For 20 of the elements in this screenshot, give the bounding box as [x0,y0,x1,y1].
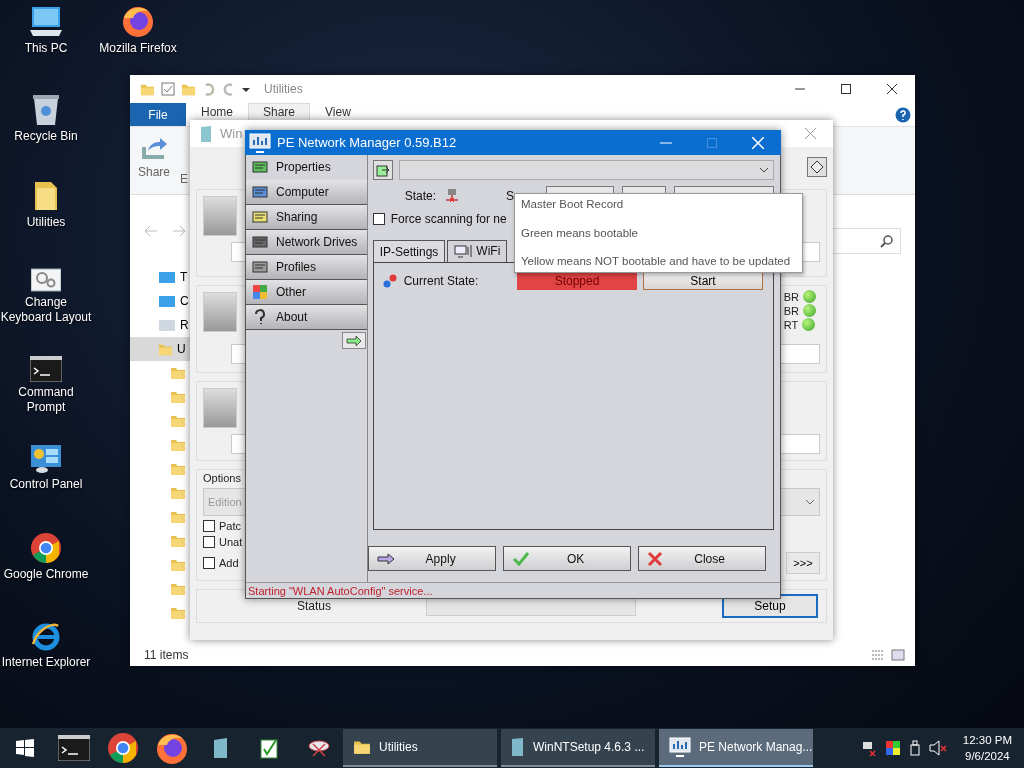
group-label: Options [203,472,242,484]
status-message: Starting "WLAN AutoConfig" service... [248,584,433,597]
indicator-label: RT [783,318,799,331]
checkbox-label: Add [219,557,239,569]
status-label: Status [297,599,332,613]
tooltip-line: Yellow means NOT bootable and have to be updated [521,254,791,268]
state-label: State: [404,189,436,203]
tooltip-line: Green means bootable [521,225,638,240]
window-title: Win [220,126,243,141]
window-title: PE Network Manager 0.59.B12 [277,135,457,150]
indicator-label: BR [783,304,799,317]
speed-label: S [506,189,514,203]
checkbox-label: Unat [219,536,243,548]
indicator-label: BR [783,290,799,303]
checkbox-label: Patc [219,520,241,532]
status-text: 11 items [144,648,189,662]
window-title: Utilities [264,82,303,96]
checkbox-label: Force scanning for ne [390,212,507,226]
tooltip-line: Master Boot Record [521,197,624,211]
current-state-label: Current State: [403,273,479,288]
